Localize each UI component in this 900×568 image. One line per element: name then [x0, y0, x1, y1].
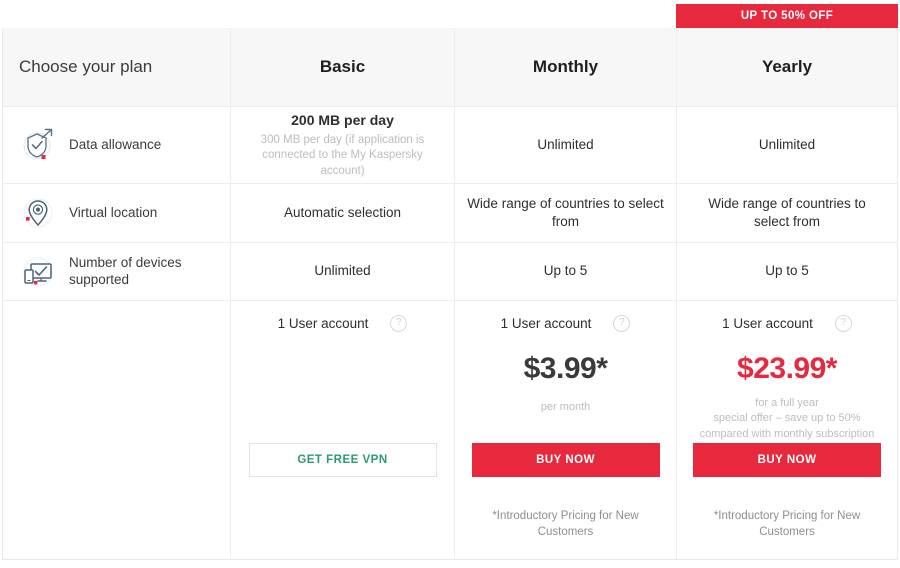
value-monthly-devices-supported-main: Up to 5: [543, 263, 588, 279]
value-basic-virtual-location: Automatic selection: [231, 184, 455, 242]
pricing-cell-monthly: 1 User account ? $3.99* per month BUY NO…: [455, 301, 677, 559]
header-cell-monthly: Monthly: [455, 28, 677, 106]
promo-badge: UP TO 50% OFF: [676, 4, 898, 28]
user-account-line-monthly: 1 User account ?: [501, 315, 631, 332]
user-account-label-basic: 1 User account: [277, 316, 369, 331]
pricing-page: UP TO 50% OFF Choose your plan Basic Mon…: [0, 0, 900, 568]
plan-name-yearly: Yearly: [761, 57, 813, 76]
devices-check-icon: [17, 251, 59, 293]
get-free-vpn-button[interactable]: GET FREE VPN: [248, 443, 437, 477]
feature-label-devices-supported: Number of devices supported: [69, 254, 182, 287]
value-yearly-devices-supported: Up to 5: [677, 243, 897, 300]
value-yearly-data-allowance: Unlimited: [677, 107, 897, 183]
value-monthly-data-allowance-main: Unlimited: [537, 136, 594, 152]
feature-cell-devices-supported: Number of devices supported: [3, 243, 231, 300]
header-cell-yearly: Yearly: [677, 28, 897, 106]
table-row-devices-supported: Number of devices supported Unlimited Up…: [3, 243, 897, 301]
price-yearly: $23.99*: [737, 352, 837, 385]
footnote-yearly: *Introductory Pricing for New Customers: [713, 509, 861, 539]
value-monthly-virtual-location-main: Wide range of countries to select from: [467, 195, 664, 229]
value-yearly-data-allowance-main: Unlimited: [758, 136, 816, 152]
plan-name-basic: Basic: [319, 57, 366, 76]
value-yearly-virtual-location: Wide range of countries to select from: [677, 184, 897, 242]
footnote-monthly: *Introductory Pricing for New Customers: [492, 509, 639, 539]
help-icon-basic[interactable]: ?: [390, 315, 408, 332]
value-basic-virtual-location-main: Automatic selection: [283, 204, 402, 220]
table-row-virtual-location: Virtual location Automatic selection Wid…: [3, 184, 897, 243]
header-cell-basic: Basic: [231, 28, 455, 106]
price-note-monthly: per month: [540, 401, 591, 413]
feature-label-data-allowance: Data allowance: [69, 136, 162, 152]
value-monthly-devices-supported: Up to 5: [455, 243, 677, 300]
user-account-line-basic: 1 User account ?: [278, 315, 408, 332]
help-icon-monthly[interactable]: ?: [613, 315, 631, 332]
value-basic-devices-supported: Unlimited: [231, 243, 455, 300]
feature-label-virtual-location: Virtual location: [69, 204, 158, 220]
value-yearly-devices-supported-main: Up to 5: [765, 263, 809, 279]
value-yearly-virtual-location-main: Wide range of countries to select from: [708, 195, 866, 229]
pricing-cell-basic: 1 User account ? GET FREE VPN: [231, 301, 455, 559]
value-basic-data-allowance-main: 200 MB per day: [291, 111, 394, 128]
buy-now-button-yearly[interactable]: BUY NOW: [693, 443, 881, 477]
price-monthly: $3.99*: [523, 352, 608, 385]
plan-name-monthly: Monthly: [532, 57, 599, 76]
value-basic-devices-supported-main: Unlimited: [314, 263, 371, 279]
user-account-line-yearly: 1 User account ?: [722, 315, 852, 332]
help-icon-yearly[interactable]: ?: [834, 315, 852, 332]
value-basic-data-allowance-sub: 300 MB per day (if application is connec…: [260, 133, 425, 177]
location-pin-icon: [17, 192, 59, 234]
table-row-data-allowance: Data allowance 200 MB per day 300 MB per…: [3, 107, 897, 184]
header-cell-feature: Choose your plan: [3, 28, 231, 106]
pricing-cell-empty: [3, 301, 231, 559]
pricing-cell-yearly: 1 User account ? $23.99* for a full year…: [677, 301, 897, 559]
table-header-row: Choose your plan Basic Monthly Yearly: [3, 28, 897, 107]
table-row-pricing: 1 User account ? GET FREE VPN 1 User acc…: [3, 301, 897, 559]
feature-cell-virtual-location: Virtual location: [3, 184, 231, 242]
shield-check-globe-icon: [17, 124, 59, 166]
value-monthly-data-allowance: Unlimited: [455, 107, 677, 183]
value-monthly-virtual-location: Wide range of countries to select from: [455, 184, 677, 242]
user-account-label-yearly: 1 User account: [722, 316, 813, 331]
page-title: Choose your plan: [19, 57, 153, 76]
buy-now-button-monthly[interactable]: BUY NOW: [471, 443, 660, 477]
feature-cell-data-allowance: Data allowance: [3, 107, 231, 183]
value-basic-data-allowance: 200 MB per day 300 MB per day (if applic…: [231, 107, 455, 183]
user-account-label-monthly: 1 User account: [500, 316, 592, 331]
pricing-table: Choose your plan Basic Monthly Yearly Da…: [2, 28, 898, 560]
